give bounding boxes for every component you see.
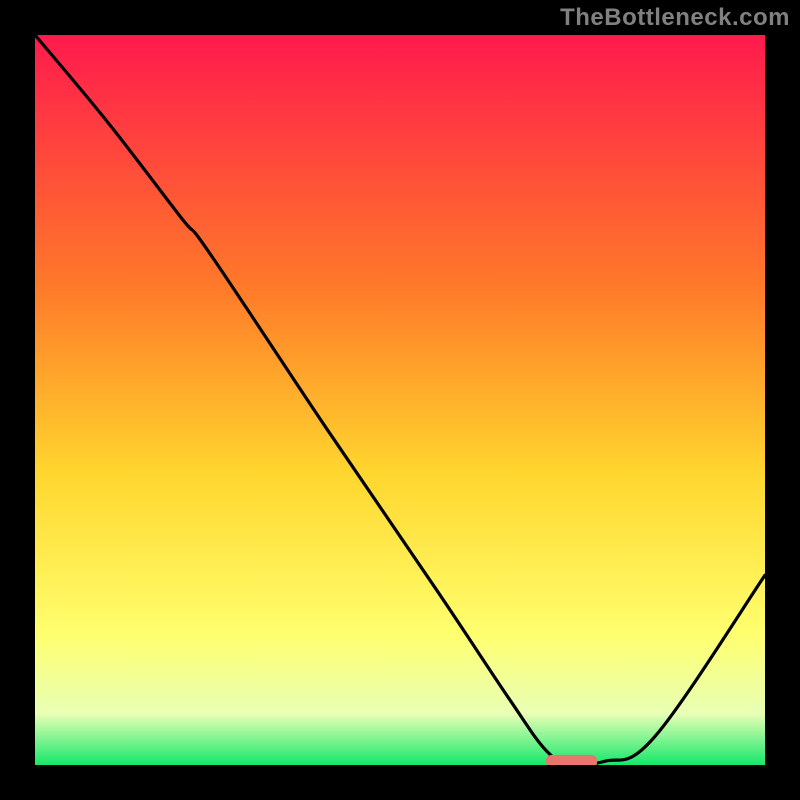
plot-svg: [35, 35, 765, 765]
chart-stage: TheBottleneck.com: [0, 0, 800, 800]
watermark-text: TheBottleneck.com: [560, 4, 790, 32]
gradient-bg: [35, 35, 765, 765]
optimal-range-marker: [546, 755, 597, 765]
plot-area: [35, 35, 765, 765]
